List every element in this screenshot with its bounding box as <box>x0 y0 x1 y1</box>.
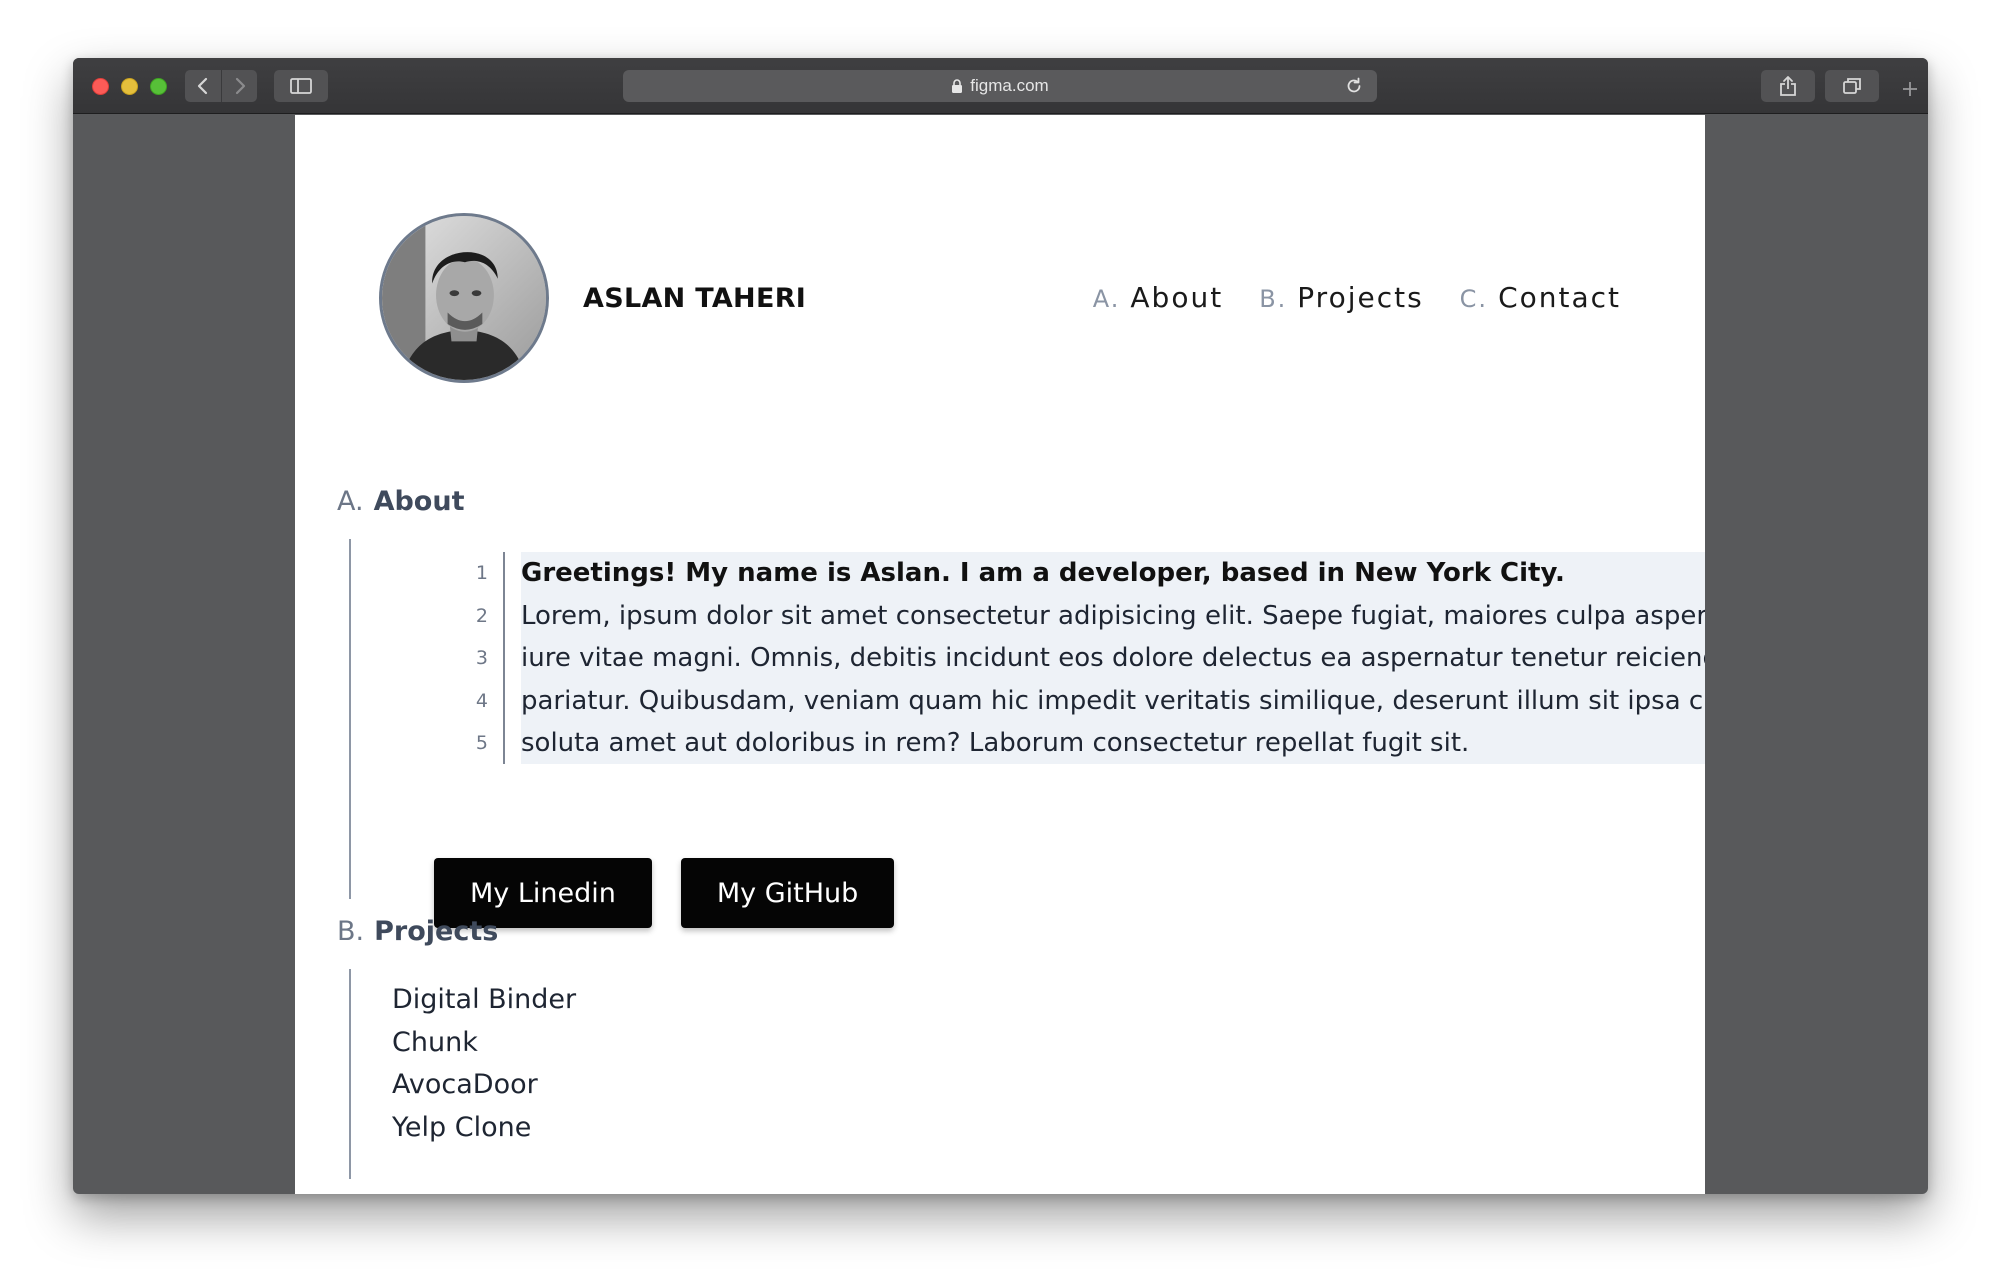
line-text: Lorem, ipsum dolor sit amet consectetur … <box>521 600 1705 631</box>
social-buttons: My Linedin My GitHub <box>434 858 895 928</box>
minimize-window-button[interactable] <box>121 78 138 95</box>
nav-letter: B. <box>1259 285 1288 313</box>
line-number: 1 <box>475 562 488 585</box>
line-number: 5 <box>475 732 488 755</box>
section-letter: A. <box>337 486 364 517</box>
code-line: 1 Greetings! My name is Aslan. I am a de… <box>378 552 1613 595</box>
tabs-icon <box>1843 78 1861 94</box>
project-item[interactable]: Yelp Clone <box>392 1107 576 1150</box>
close-window-button[interactable] <box>92 78 109 95</box>
profile-photo <box>382 216 546 380</box>
reload-icon <box>1347 77 1361 93</box>
browser-window: figma.com ASLAN TAHERI A. About B. Proje… <box>73 58 1928 1194</box>
sidebar-icon <box>290 78 312 94</box>
reload-button[interactable] <box>1343 75 1365 97</box>
nav-letter: C. <box>1459 285 1489 313</box>
forward-button[interactable] <box>221 70 257 102</box>
code-line: 4 pariatur. Quibusdam, veniam quam hic i… <box>378 680 1705 723</box>
line-text: iure vitae magni. Omnis, debitis incidun… <box>521 643 1705 674</box>
back-button[interactable] <box>185 70 221 102</box>
github-button[interactable]: My GitHub <box>680 858 895 928</box>
web-page: ASLAN TAHERI A. About B. Projects C. Con… <box>295 115 1705 1194</box>
nav-label: Contact <box>1498 281 1621 314</box>
plus-icon <box>1903 82 1917 96</box>
show-tabs-button[interactable] <box>1825 70 1879 102</box>
chevron-right-icon <box>235 77 245 95</box>
section-letter: B. <box>337 916 365 947</box>
lock-icon <box>952 78 963 93</box>
history-nav-group <box>185 70 257 102</box>
about-divider <box>349 539 351 899</box>
chevron-left-icon <box>197 77 208 95</box>
nav-label: Projects <box>1297 281 1424 314</box>
line-number: 3 <box>475 647 488 670</box>
sidebar-toggle-button[interactable] <box>274 70 328 102</box>
avatar <box>379 213 549 383</box>
url-text: figma.com <box>970 76 1049 95</box>
line-text: soluta amet aut doloribus in rem? Laboru… <box>521 728 1470 759</box>
address-bar[interactable]: figma.com <box>623 70 1377 102</box>
nav-label: About <box>1130 281 1224 314</box>
new-tab-button[interactable] <box>1897 76 1923 102</box>
nav-letter: A. <box>1092 285 1121 313</box>
maximize-window-button[interactable] <box>150 78 167 95</box>
line-number: 4 <box>475 689 488 712</box>
project-list: Digital Binder Chunk AvocaDoor Yelp Clon… <box>392 979 576 1149</box>
code-line: 2 Lorem, ipsum dolor sit amet consectetu… <box>378 595 1705 638</box>
project-item[interactable]: Chunk <box>392 1022 576 1065</box>
section-title: Projects <box>374 916 499 947</box>
section-title: About <box>373 486 465 517</box>
browser-titlebar: figma.com <box>73 58 1928 114</box>
about-heading: A. About <box>337 486 464 517</box>
site-owner-name: ASLAN TAHERI <box>583 283 807 314</box>
code-line: 5 soluta amet aut doloribus in rem? Labo… <box>378 722 1613 765</box>
top-navigation: A. About B. Projects C. Contact <box>1093 281 1621 314</box>
projects-heading: B. Projects <box>337 916 498 947</box>
line-text: pariatur. Quibusdam, veniam quam hic imp… <box>521 685 1705 716</box>
nav-link-about[interactable]: A. About <box>1093 281 1223 314</box>
projects-divider <box>349 969 351 1179</box>
project-item[interactable]: Digital Binder <box>392 979 576 1022</box>
line-number: 2 <box>475 604 488 627</box>
project-item[interactable]: AvocaDoor <box>392 1064 576 1107</box>
share-button[interactable] <box>1761 70 1815 102</box>
code-line: 3 iure vitae magni. Omnis, debitis incid… <box>378 637 1705 680</box>
about-text-block: 1 Greetings! My name is Aslan. I am a de… <box>378 552 1705 765</box>
share-icon <box>1780 76 1796 96</box>
nav-link-contact[interactable]: C. Contact <box>1460 281 1621 314</box>
line-text: Greetings! My name is Aslan. I am a deve… <box>521 558 1565 589</box>
nav-link-projects[interactable]: B. Projects <box>1259 281 1423 314</box>
